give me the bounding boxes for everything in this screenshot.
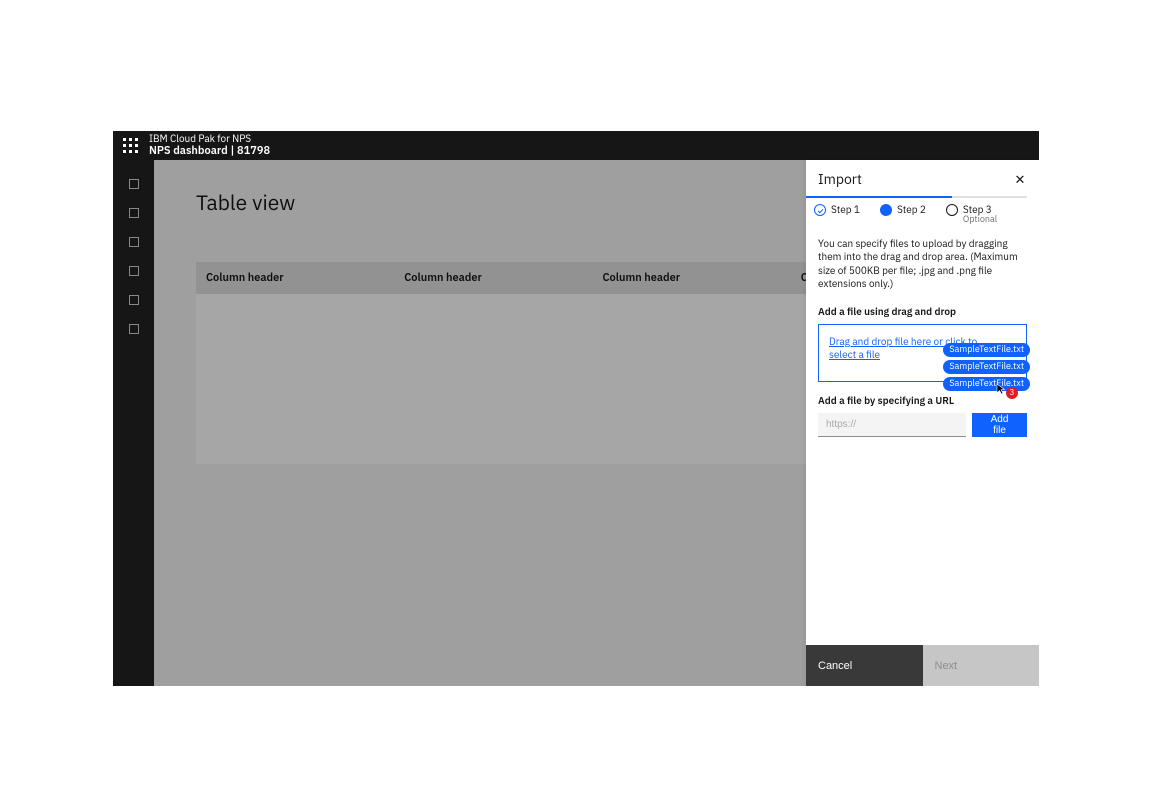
- column-header: Column header: [402, 271, 600, 285]
- url-input[interactable]: [818, 413, 966, 437]
- sidebar-item[interactable]: [129, 179, 139, 189]
- file-chips: SampleTextFile.txt SampleTextFile.txt Sa…: [943, 343, 1030, 391]
- sidebar-item[interactable]: [129, 295, 139, 305]
- step-sublabel: Optional: [963, 215, 997, 225]
- progress-steps: Step 1 Step 2 Step 3 Optional: [806, 204, 1039, 231]
- step-3[interactable]: Step 3 Optional: [946, 204, 997, 225]
- progress-fill: [806, 196, 952, 198]
- file-count-badge: 3: [1006, 387, 1018, 399]
- app-window: IBM Cloud Pak for NPS NPS dashboard | 81…: [113, 131, 1039, 686]
- main-area: Table view Column header Column header C…: [154, 160, 1039, 686]
- drag-drop-label: Add a file using drag and drop: [818, 305, 1027, 318]
- step-incomplete-icon: [946, 204, 958, 216]
- step-label: Step 2: [897, 204, 926, 215]
- column-header: Column header: [601, 271, 799, 285]
- column-header: Column header: [204, 271, 402, 285]
- panel-footer: Cancel Next: [806, 645, 1039, 686]
- panel-description: You can specify files to upload by dragg…: [818, 237, 1027, 291]
- file-dropzone[interactable]: Drag and drop file here or click to sele…: [818, 324, 1027, 382]
- import-side-panel: Import ✕ Step 1 Step 2: [806, 160, 1039, 686]
- progress-track: [806, 196, 1027, 198]
- sidebar-item[interactable]: [129, 237, 139, 247]
- cancel-button[interactable]: Cancel: [806, 645, 923, 686]
- next-button[interactable]: Next: [923, 645, 1040, 686]
- file-chip[interactable]: SampleTextFile.txt: [943, 360, 1030, 374]
- left-sidebar: [113, 160, 154, 686]
- top-bar: IBM Cloud Pak for NPS NPS dashboard | 81…: [113, 131, 1039, 160]
- step-2[interactable]: Step 2: [880, 204, 926, 225]
- sidebar-item[interactable]: [129, 266, 139, 276]
- close-icon[interactable]: ✕: [1013, 171, 1027, 188]
- step-label: Step 1: [831, 204, 860, 215]
- add-file-button[interactable]: Add file: [972, 413, 1027, 437]
- panel-title: Import: [818, 170, 862, 188]
- step-current-icon: [880, 204, 892, 216]
- step-complete-icon: [814, 204, 826, 216]
- step-1[interactable]: Step 1: [814, 204, 860, 225]
- sidebar-item[interactable]: [129, 324, 139, 334]
- url-label: Add a file by specifying a URL: [818, 394, 1027, 407]
- app-switcher-icon[interactable]: [123, 138, 139, 154]
- breadcrumb: NPS dashboard | 81798: [149, 145, 270, 158]
- sidebar-item[interactable]: [129, 208, 139, 218]
- file-chip[interactable]: SampleTextFile.txt: [943, 343, 1030, 357]
